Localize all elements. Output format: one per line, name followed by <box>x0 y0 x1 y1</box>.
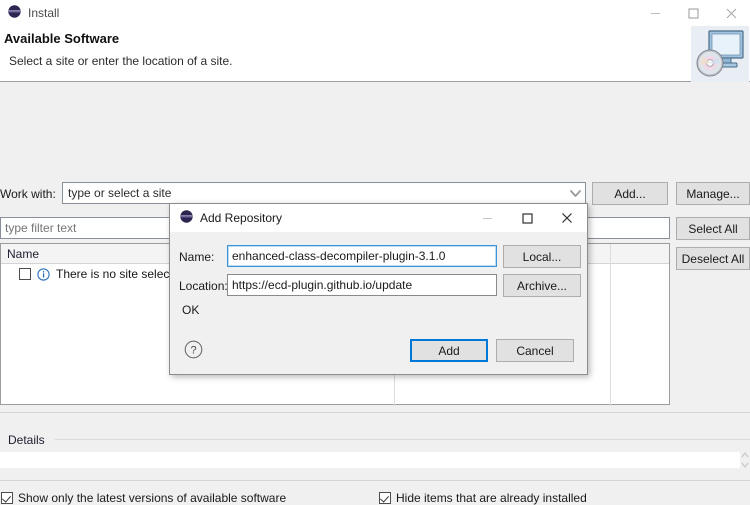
name-label: Name: <box>179 250 215 264</box>
window-controls <box>636 0 750 26</box>
close-icon[interactable] <box>547 204 587 232</box>
name-field[interactable]: enhanced-class-decompiler-plugin-3.1.0 <box>227 245 497 267</box>
deselect-all-button[interactable]: Deselect All <box>676 247 750 270</box>
add-repository-button[interactable]: Add... <box>592 182 668 205</box>
location-label: Location: <box>179 279 228 293</box>
bottom-separator <box>0 480 750 481</box>
minimize-icon[interactable] <box>636 0 674 26</box>
info-icon <box>37 267 50 281</box>
option-label: Show only the latest versions of availab… <box>18 491 287 505</box>
help-icon[interactable]: ? <box>183 339 203 359</box>
maximize-icon[interactable] <box>507 204 547 232</box>
details-rule <box>55 439 750 440</box>
close-icon[interactable] <box>712 0 750 26</box>
select-all-button[interactable]: Select All <box>676 217 750 240</box>
maximize-icon[interactable] <box>674 0 712 26</box>
manage-button[interactable]: Manage... <box>676 182 750 205</box>
add-repository-dialog: Add Repository Name: enhanced-class-deco… <box>169 203 588 375</box>
work-with-label: Work with: <box>0 187 56 201</box>
checkbox[interactable] <box>379 492 391 504</box>
table-row[interactable]: There is no site selected. <box>1 265 189 283</box>
minimize-icon[interactable] <box>467 204 507 232</box>
details-separator <box>0 412 750 413</box>
local-button[interactable]: Local... <box>503 245 581 268</box>
dialog-titlebar: Add Repository <box>170 204 587 232</box>
add-button[interactable]: Add <box>410 339 488 362</box>
window-titlebar: Install <box>0 0 750 26</box>
dialog-status-message: OK <box>182 303 200 317</box>
cancel-button[interactable]: Cancel <box>496 339 574 362</box>
window-title: Install <box>28 6 60 20</box>
install-wizard-window: Install Available Software Select a site… <box>0 0 750 505</box>
details-label: Details <box>8 433 45 447</box>
chevron-down-icon[interactable] <box>565 183 585 203</box>
monitor-disc-banner-icon <box>691 26 749 82</box>
column-header-name[interactable]: Name <box>7 247 39 261</box>
details-text-area[interactable] <box>0 452 740 468</box>
row-checkbox[interactable] <box>19 268 31 280</box>
wizard-header: Available Software Select a site or ente… <box>0 26 750 82</box>
checkbox[interactable] <box>1 492 13 504</box>
eclipse-icon <box>8 5 21 21</box>
dialog-window-controls <box>467 204 587 232</box>
option-show-latest-versions[interactable]: Show only the latest versions of availab… <box>1 491 286 505</box>
archive-button[interactable]: Archive... <box>503 274 581 297</box>
filter-input[interactable]: type filter text <box>1 221 76 235</box>
eclipse-icon <box>180 210 193 226</box>
dialog-title: Add Repository <box>200 211 283 225</box>
option-hide-installed-items[interactable]: Hide items that are already installed <box>379 491 587 505</box>
column-divider-2[interactable] <box>610 244 611 406</box>
svg-text:?: ? <box>190 344 196 356</box>
work-with-input[interactable]: type or select a site <box>63 186 565 200</box>
page-title: Available Software <box>4 31 120 46</box>
option-label: Hide items that are already installed <box>396 491 587 505</box>
page-subtitle: Select a site or enter the location of a… <box>9 54 233 68</box>
location-field[interactable]: https://ecd-plugin.github.io/update <box>227 274 497 296</box>
details-scrollbar[interactable] <box>740 452 750 468</box>
work-with-combo[interactable]: type or select a site <box>62 182 586 204</box>
